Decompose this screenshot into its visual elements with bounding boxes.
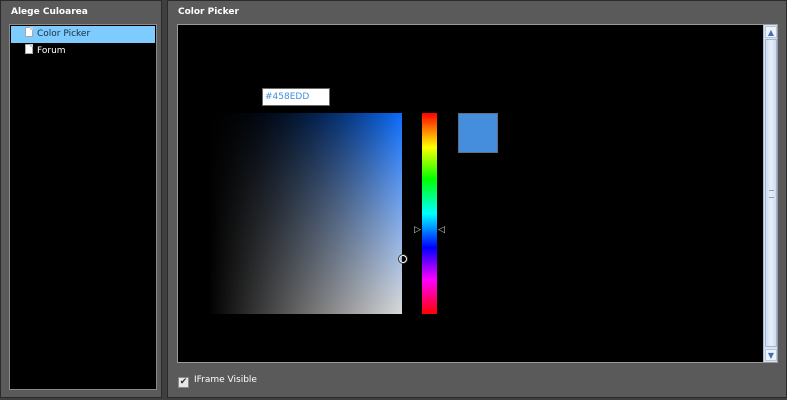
hex-color-input[interactable] xyxy=(262,88,330,106)
tree-item-color-picker[interactable]: Color Picker xyxy=(11,26,155,43)
scroll-up-icon[interactable]: ▲ xyxy=(765,26,777,38)
scrollbar-thumb[interactable] xyxy=(765,39,777,347)
vertical-scrollbar[interactable]: ▲ ▼ xyxy=(763,25,777,362)
saturation-value-area[interactable] xyxy=(209,113,407,314)
navigation-tree: Color Picker Forum xyxy=(9,24,157,390)
scroll-down-icon[interactable]: ▼ xyxy=(765,349,777,361)
tree-item-forum[interactable]: Forum xyxy=(11,43,155,60)
iframe-visible-checkbox[interactable]: ✔ xyxy=(178,377,189,388)
navigation-panel: Alege Culoarea Color Picker Forum xyxy=(0,0,162,398)
iframe-visible-option[interactable]: ✔ IFrame Visible xyxy=(178,373,257,388)
content-panel: Color Picker ▷ ◁ ▲ ▼ ✔ IFrame Visible xyxy=(167,0,787,398)
hue-marker-left-icon[interactable]: ▷ xyxy=(414,225,421,235)
navigation-panel-title: Alege Culoarea xyxy=(11,7,88,17)
color-preview-swatch xyxy=(458,113,498,153)
content-panel-title: Color Picker xyxy=(178,7,239,17)
hue-marker-right-icon[interactable]: ◁ xyxy=(438,225,445,235)
document-icon xyxy=(25,27,33,37)
scrollbar-grip-icon xyxy=(769,190,774,198)
tree-item-label: Color Picker xyxy=(37,29,91,39)
iframe-visible-label: IFrame Visible xyxy=(194,375,257,385)
saturation-value-cursor[interactable] xyxy=(399,255,407,263)
iframe-viewport: ▷ ◁ ▲ ▼ xyxy=(177,24,778,363)
hue-slider[interactable] xyxy=(422,113,437,314)
tree-item-label: Forum xyxy=(37,46,66,56)
document-icon xyxy=(25,44,33,54)
